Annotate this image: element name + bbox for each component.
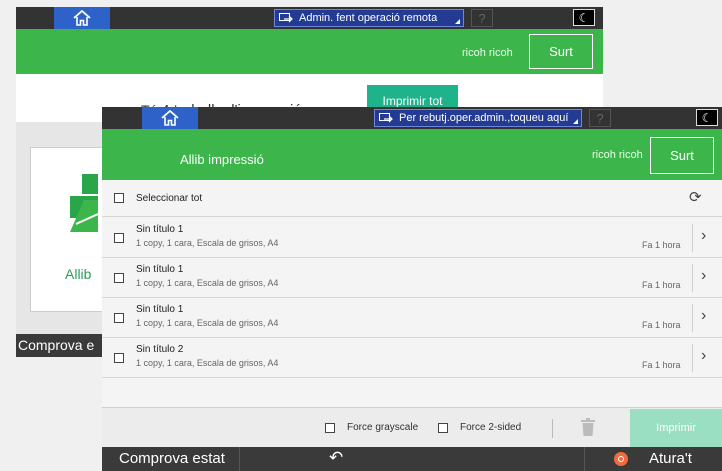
user-name: ricoh ricoh (592, 149, 643, 161)
job-name: Sin título 1 (136, 304, 184, 315)
force-2sided-checkbox[interactable] (438, 423, 448, 433)
corner-arrow-icon (573, 119, 578, 124)
chevron-right-icon[interactable]: › (701, 227, 706, 245)
exit-button[interactable]: Surt (529, 34, 593, 69)
divider (692, 264, 693, 292)
help-button[interactable]: ? (589, 109, 611, 127)
job-name: Sin título 2 (136, 344, 184, 355)
force-2sided-label[interactable]: Force 2-sided (460, 422, 521, 433)
stop-icon[interactable] (614, 452, 628, 466)
force-grayscale-checkbox[interactable] (325, 423, 335, 433)
home-icon (73, 10, 91, 26)
chevron-right-icon[interactable]: › (701, 307, 706, 325)
job-row[interactable]: Sin título 1 1 copy, 1 cara, Escala de g… (102, 298, 722, 338)
remote-operation-icon (379, 112, 393, 122)
job-checkbox[interactable] (114, 353, 124, 363)
divider (239, 447, 240, 471)
remote-status-text: Admin. fent operació remota (299, 12, 438, 24)
job-detail: 1 copy, 1 cara, Escala de grisos, A4 (136, 318, 279, 328)
job-checkbox[interactable] (114, 233, 124, 243)
force-grayscale-label[interactable]: Force grayscale (347, 422, 418, 433)
front-screen: Per rebutj.oper.admin.,toqueu aquí ? ☾ A… (102, 107, 722, 471)
remote-operation-button[interactable]: Per rebutj.oper.admin.,toqueu aquí (374, 109, 582, 127)
job-row[interactable]: Sin título 1 1 copy, 1 cara, Escala de g… (102, 258, 722, 298)
system-bar: Per rebutj.oper.admin.,toqueu aquí ? ☾ (102, 107, 722, 129)
job-age: Fa 1 hora (642, 280, 681, 290)
check-status-text: Comprova e (18, 337, 95, 353)
check-status-button[interactable]: Comprova estat (119, 450, 225, 467)
print-button[interactable]: Imprimir (630, 409, 722, 447)
home-button[interactable] (54, 7, 110, 29)
refresh-icon[interactable]: ⟳ (689, 188, 702, 206)
job-age: Fa 1 hora (642, 320, 681, 330)
remote-operation-button[interactable]: Admin. fent operació remota (274, 9, 464, 27)
header-bar: Allib impressió ricoh ricoh Surt (102, 129, 722, 180)
printer-icon (70, 174, 98, 232)
help-button[interactable]: ? (471, 9, 493, 27)
remote-status-text: Per rebutj.oper.admin.,toqueu aquí (399, 112, 569, 124)
job-row[interactable]: Sin título 2 1 copy, 1 cara, Escala de g… (102, 338, 722, 378)
system-bar: Admin. fent operació remota ? ☾ (16, 7, 603, 29)
card-label: Allib (65, 266, 92, 282)
job-row[interactable]: Sin título 1 1 copy, 1 cara, Escala de g… (102, 218, 722, 258)
home-icon (161, 110, 179, 126)
divider (692, 304, 693, 332)
page-title: Allib impressió (180, 152, 264, 167)
moon-icon: ☾ (701, 110, 713, 125)
divider (552, 419, 553, 438)
select-all-label[interactable]: Seleccionar tot (136, 193, 202, 204)
divider (692, 344, 693, 372)
print-release-card[interactable]: Allib (30, 147, 110, 312)
trash-icon[interactable] (581, 418, 595, 436)
action-bar: Force grayscale Force 2-sided Imprimir (102, 407, 722, 447)
job-name: Sin título 1 (136, 224, 184, 235)
home-button[interactable] (142, 107, 198, 129)
job-age: Fa 1 hora (642, 240, 681, 250)
job-checkbox[interactable] (114, 273, 124, 283)
night-mode-button[interactable]: ☾ (573, 9, 595, 26)
chevron-right-icon[interactable]: › (701, 267, 706, 285)
chevron-right-icon[interactable]: › (701, 347, 706, 365)
header-bar: ricoh ricoh Surt (16, 29, 603, 74)
job-age: Fa 1 hora (642, 360, 681, 370)
divider (692, 224, 693, 252)
moon-icon: ☾ (578, 10, 590, 25)
exit-button[interactable]: Surt (650, 137, 714, 174)
divider (584, 447, 585, 471)
user-name: ricoh ricoh (462, 47, 513, 59)
corner-arrow-icon (455, 19, 460, 24)
job-detail: 1 copy, 1 cara, Escala de grisos, A4 (136, 238, 279, 248)
select-all-checkbox[interactable] (114, 193, 124, 203)
job-detail: 1 copy, 1 cara, Escala de grisos, A4 (136, 278, 279, 288)
job-name: Sin título 1 (136, 264, 184, 275)
status-bar: Comprova estat ↶ Atura't (102, 447, 722, 471)
job-checkbox[interactable] (114, 313, 124, 323)
job-detail: 1 copy, 1 cara, Escala de grisos, A4 (136, 358, 279, 368)
night-mode-button[interactable]: ☾ (696, 109, 718, 126)
select-all-row: Seleccionar tot ⟳ (102, 180, 722, 217)
remote-operation-icon (279, 12, 293, 22)
back-icon[interactable]: ↶ (329, 448, 343, 468)
stop-button[interactable]: Atura't (649, 450, 692, 467)
